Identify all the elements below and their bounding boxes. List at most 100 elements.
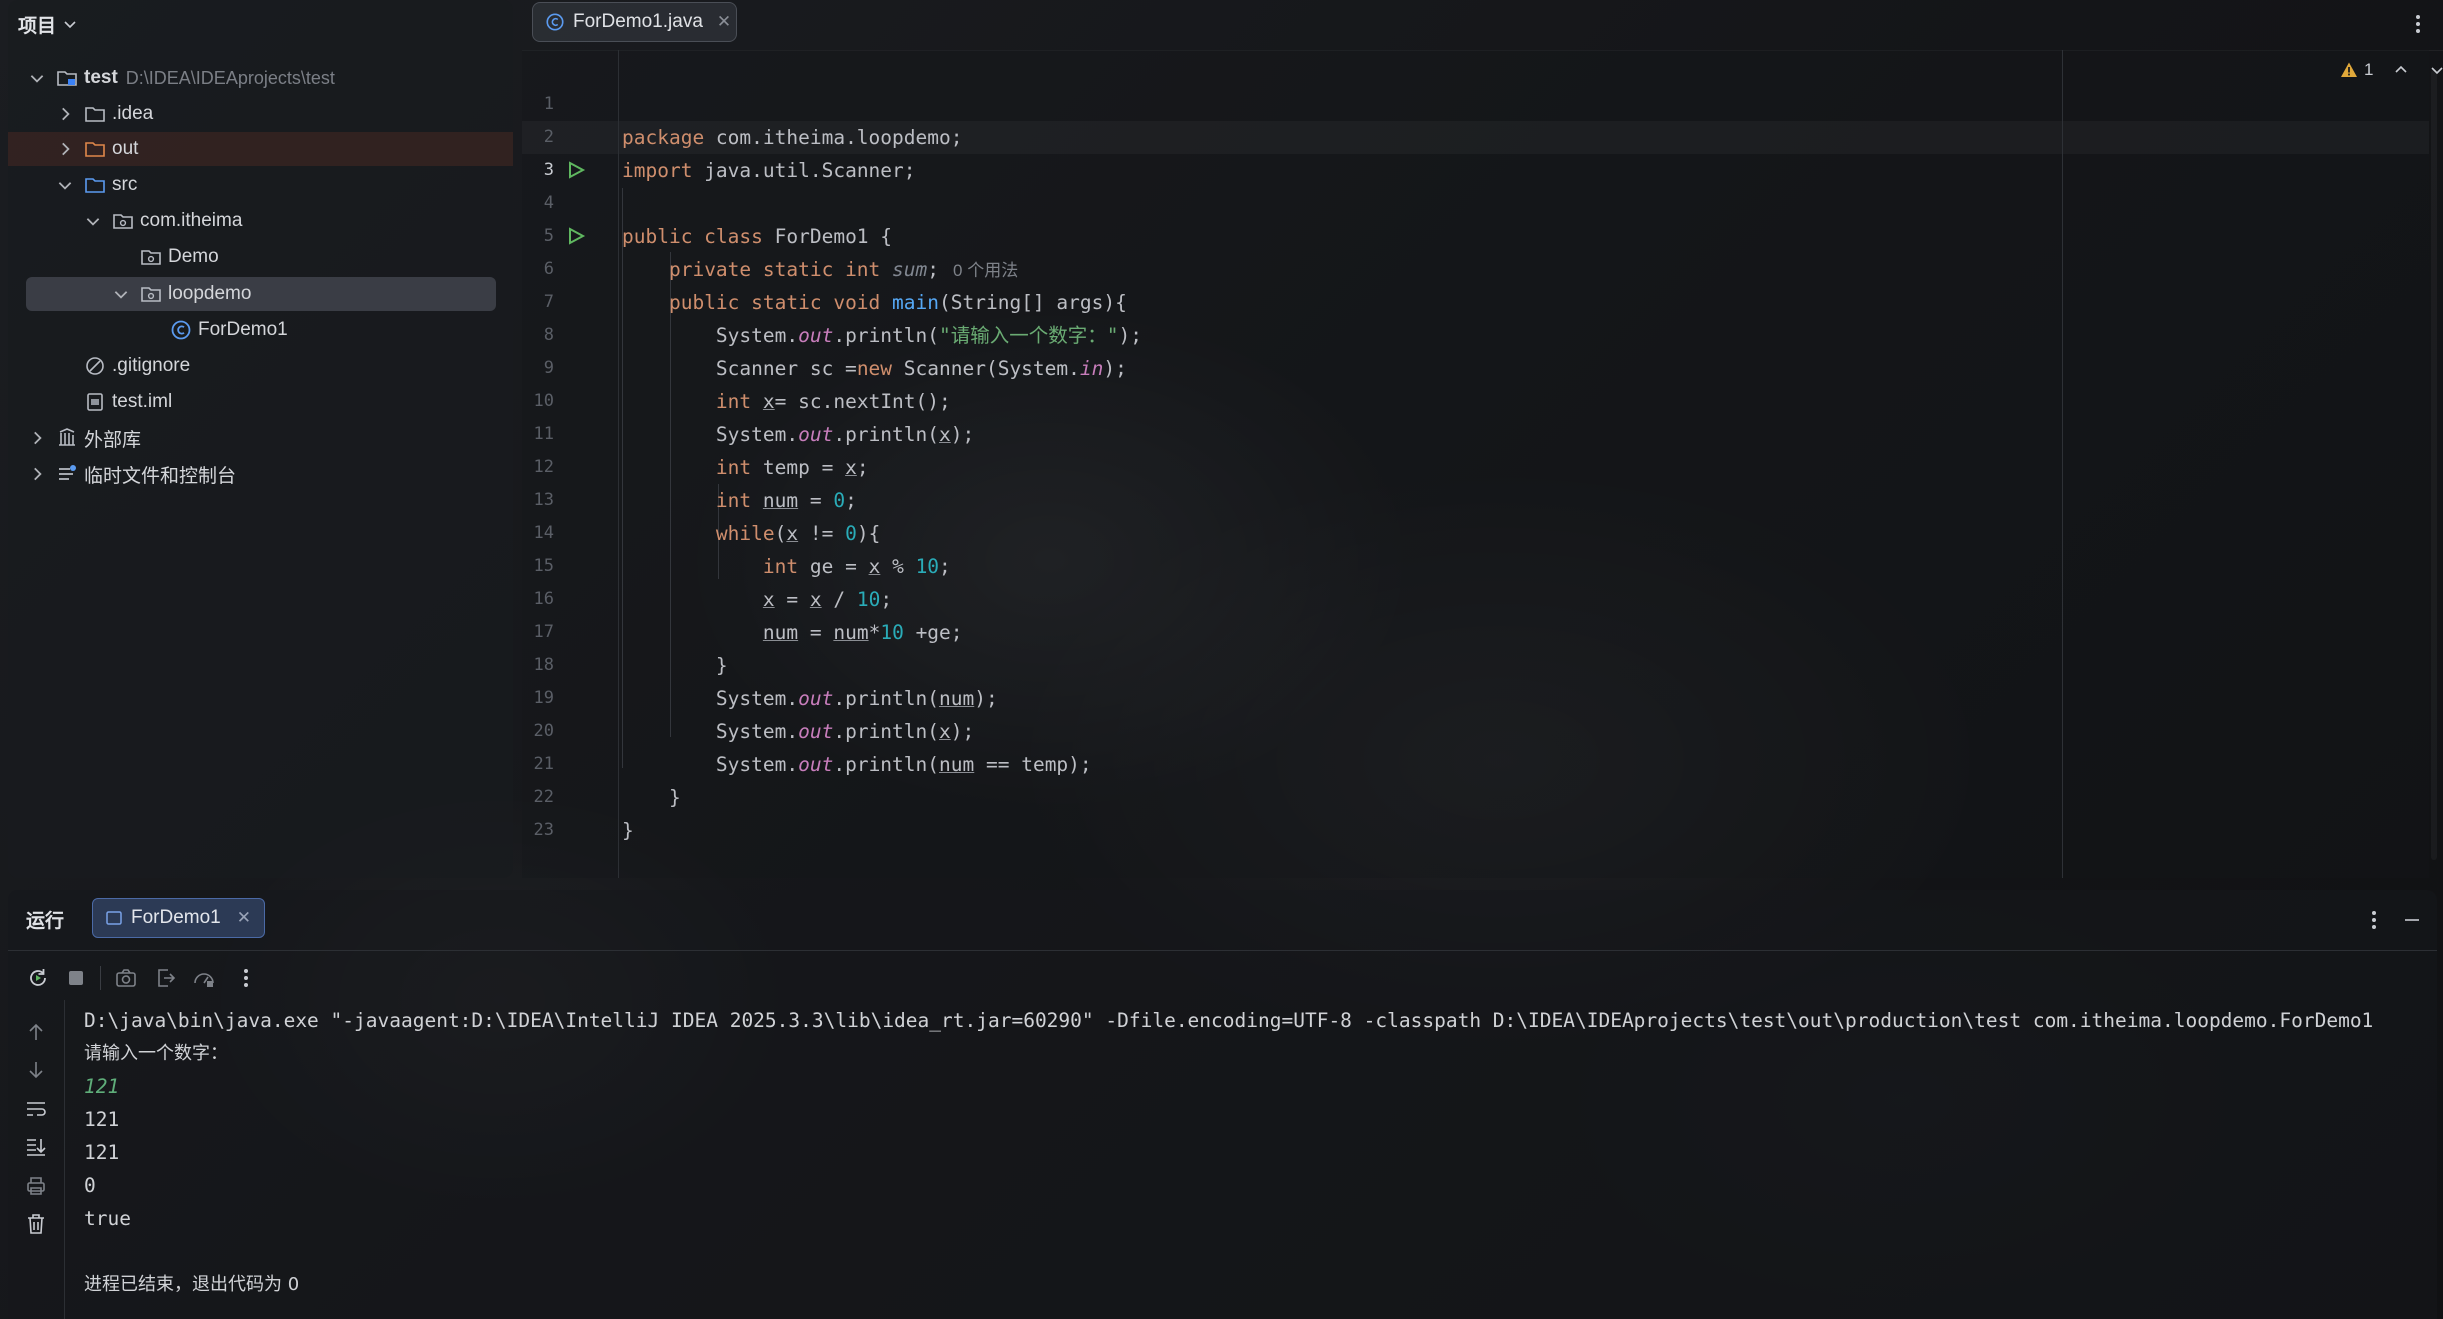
chevron-right-icon[interactable] (28, 429, 46, 447)
arrow-down-icon[interactable] (24, 1058, 48, 1082)
code-line: 2 import java.util.Scanner; (522, 88, 2422, 182)
code-line: 8 Scanner sc =new Scanner(System.in); (522, 286, 2422, 380)
library-icon (59, 428, 75, 446)
console-side-divider (64, 1000, 65, 1319)
source-folder-icon (85, 178, 105, 193)
package-icon (141, 287, 161, 302)
code-line: 18 System.out.println(num); (522, 616, 2422, 710)
code-line: 9 int x= sc.nextInt(); (522, 319, 2422, 413)
chevron-down-icon (64, 21, 76, 29)
code-line: 20 System.out.println(num == temp); (522, 682, 2422, 776)
tree-item-test-iml[interactable]: test.iml (84, 385, 172, 419)
tree-item-demo[interactable]: Demo (140, 240, 219, 274)
code-line: 11 int temp = x; (522, 385, 2422, 479)
console-icon (106, 911, 122, 925)
tree-item-label: src (112, 174, 138, 195)
chevron-right-icon[interactable] (28, 465, 46, 483)
toolbar-separator (100, 966, 101, 990)
code-line: 6 public static void main(String[] args)… (522, 220, 2422, 314)
tree-item-test[interactable]: test D:\IDEA\IDEAprojects\test (28, 61, 335, 95)
tree-item-label: out (112, 138, 139, 159)
chevron-right-icon[interactable] (56, 140, 74, 158)
trash-icon[interactable] (24, 1212, 48, 1236)
tree-item-fordemo1[interactable]: ForDemo1 (170, 313, 288, 347)
code-line: 22 } (522, 748, 2422, 842)
excluded-folder-icon (85, 142, 105, 157)
console-line: true (84, 1207, 131, 1230)
tree-item-external-libraries[interactable]: 外部库 (28, 421, 141, 455)
tree-item-src[interactable]: src (56, 168, 137, 202)
minimize-icon[interactable] (2402, 910, 2422, 930)
threads-icon[interactable] (192, 966, 216, 990)
package-icon (113, 214, 133, 229)
console-line: 请输入一个数字： (84, 1043, 228, 1064)
more-options-icon[interactable] (2410, 12, 2426, 36)
console-exit-line: 进程已结束，退出代码为 0 (84, 1274, 300, 1295)
code-line: 10 System.out.println(x); (522, 352, 2422, 446)
close-icon[interactable]: ✕ (717, 12, 731, 32)
console-user-input: 121 (84, 1075, 120, 1098)
run-panel (8, 890, 2437, 1319)
tree-item-scratches[interactable]: 临时文件和控制台 (28, 457, 236, 491)
module-folder-icon (57, 71, 77, 86)
java-class-icon (546, 13, 564, 31)
code-line: 19 System.out.println(x); (522, 649, 2422, 743)
console-line: 0 (84, 1174, 96, 1197)
java-class-icon (171, 320, 191, 340)
code-line: 1 package com.itheima.loopdemo; (522, 55, 2422, 149)
close-icon[interactable]: ✕ (237, 908, 251, 928)
folder-icon (85, 107, 105, 122)
code-line: 7 System.out.println("请输入一个数字："); (522, 253, 2422, 347)
editor-scrollbar[interactable] (2431, 70, 2437, 860)
run-panel-title: 运行 (26, 911, 65, 932)
package-icon (141, 250, 161, 265)
run-panel-divider (8, 950, 2437, 951)
tree-item-loopdemo[interactable]: loopdemo (112, 277, 251, 311)
chevron-down-icon[interactable] (112, 285, 130, 303)
tree-item-com-itheima[interactable]: com.itheima (84, 204, 242, 238)
project-panel-header[interactable]: 项目 (18, 10, 78, 38)
code-line: 14 int ge = x % 10; (522, 484, 2422, 578)
code-line: 13 while(x != 0){ (522, 451, 2422, 545)
code-line: 17 } (522, 583, 2422, 677)
tree-item-label: com.itheima (140, 210, 243, 231)
chevron-down-icon[interactable] (28, 69, 46, 87)
scroll-to-end-icon[interactable] (24, 1135, 48, 1159)
code-line: 5 private static int sum; 0 个用法 (522, 187, 2422, 281)
print-icon[interactable] (24, 1174, 48, 1198)
tree-item-label: .idea (112, 103, 154, 124)
tree-item-label: .gitignore (112, 355, 191, 376)
camera-icon[interactable] (114, 966, 138, 990)
chevron-down-icon[interactable] (84, 212, 102, 230)
editor-tab-label: ForDemo1.java (573, 11, 703, 32)
ignored-file-icon (86, 357, 104, 375)
tree-item-label: loopdemo (168, 283, 252, 304)
tree-item-gitignore[interactable]: .gitignore (84, 349, 190, 383)
more-options-icon[interactable] (234, 966, 258, 990)
project-path: D:\IDEA\IDEAprojects\test (125, 67, 335, 88)
soft-wrap-icon[interactable] (24, 1097, 48, 1121)
more-options-icon[interactable] (2366, 908, 2382, 932)
arrow-up-icon[interactable] (24, 1020, 48, 1044)
tree-item-idea[interactable]: .idea (56, 97, 153, 131)
editor-tab-bar (522, 0, 2443, 51)
tree-item-label: test (84, 67, 118, 88)
tree-item-label: Demo (168, 246, 219, 267)
code-line: 3 (522, 121, 2422, 180)
tree-item-out[interactable]: out (56, 132, 138, 166)
tree-item-label: test.iml (112, 391, 173, 412)
tree-row-selection (26, 277, 496, 311)
project-panel-title: 项目 (18, 15, 57, 37)
code-line: 15 x = x / 10; (522, 517, 2422, 611)
rerun-icon[interactable] (26, 966, 50, 990)
tree-item-label: 外部库 (84, 429, 142, 451)
chevron-right-icon[interactable] (56, 105, 74, 123)
code-line: 4 public class ForDemo1 { (522, 154, 2422, 248)
chevron-down-icon[interactable] (56, 176, 74, 194)
exit-icon[interactable] (154, 966, 178, 990)
console-line: 121 (84, 1141, 120, 1164)
run-tab-fordemo1[interactable]: ForDemo1 ✕ (92, 898, 265, 938)
stop-icon[interactable] (64, 966, 88, 990)
editor-tab-fordemo1[interactable]: ForDemo1.java ✕ (532, 2, 737, 42)
code-line: 23 (522, 781, 2422, 840)
